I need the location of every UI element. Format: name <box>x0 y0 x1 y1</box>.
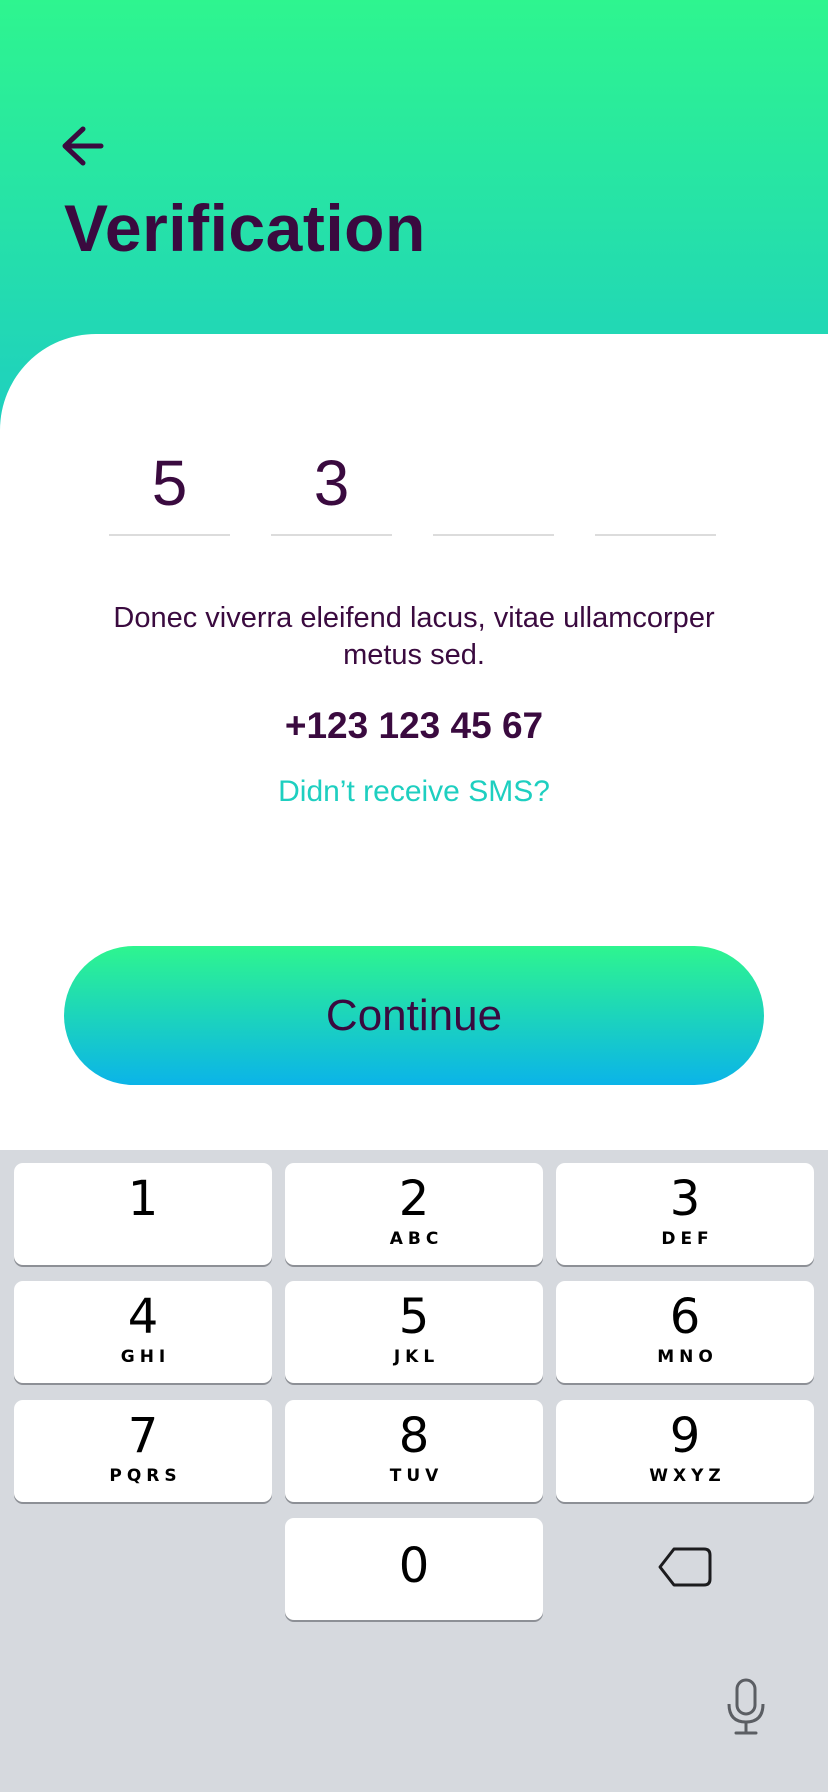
key-2[interactable]: 2 ABC <box>285 1163 543 1265</box>
key-7[interactable]: 7 PQRS <box>14 1400 272 1502</box>
key-digit: 6 <box>669 1289 701 1345</box>
key-digit: 1 <box>127 1171 159 1227</box>
key-digit: 7 <box>127 1408 159 1464</box>
dictation-button[interactable] <box>716 1672 776 1742</box>
key-3[interactable]: 3 DEF <box>556 1163 814 1265</box>
code-digit-3[interactable] <box>433 432 554 536</box>
key-digit: 0 <box>398 1538 430 1594</box>
key-0[interactable]: 0 <box>285 1518 543 1620</box>
key-digit: 4 <box>127 1289 159 1345</box>
page-title: Verification <box>64 191 426 265</box>
key-letters: MNO <box>657 1347 718 1367</box>
key-digit: 9 <box>669 1408 701 1464</box>
key-digit: 8 <box>398 1408 430 1464</box>
key-letters: WXYZ <box>649 1466 726 1486</box>
delete-key[interactable] <box>556 1516 814 1618</box>
key-5[interactable]: 5 JKL <box>285 1281 543 1383</box>
description-text: Donec viverra eleifend lacus, vitae ulla… <box>113 602 715 671</box>
microphone-icon <box>727 1678 765 1735</box>
code-digit-4[interactable] <box>595 432 716 536</box>
phone-number: +123 123 45 67 <box>284 705 544 746</box>
back-button[interactable] <box>54 118 110 174</box>
key-digit: 3 <box>669 1171 701 1227</box>
key-letters: ABC <box>389 1229 444 1249</box>
key-4[interactable]: 4 GHI <box>14 1281 272 1383</box>
continue-button[interactable]: Continue <box>64 946 764 1085</box>
resend-sms-link[interactable]: Didn’t receive SMS? <box>100 775 728 809</box>
key-9[interactable]: 9 WXYZ <box>556 1400 814 1502</box>
continue-button-label: Continue <box>325 990 503 1040</box>
key-digit: 5 <box>398 1289 430 1345</box>
key-letters: DEF <box>661 1229 714 1249</box>
key-letters: JKL <box>393 1347 440 1367</box>
code-digit-2[interactable]: 3 <box>271 432 392 536</box>
code-digit-1[interactable]: 5 <box>109 432 230 536</box>
backspace-icon <box>658 1547 712 1587</box>
key-letters: TUV <box>389 1466 444 1486</box>
arrow-left-icon <box>62 126 104 166</box>
key-8[interactable]: 8 TUV <box>285 1400 543 1502</box>
code-input-row: 5 3 <box>109 432 717 536</box>
key-letters: PQRS <box>109 1466 182 1486</box>
key-letters: GHI <box>120 1347 171 1367</box>
key-6[interactable]: 6 MNO <box>556 1281 814 1383</box>
key-1[interactable]: 1 <box>14 1163 272 1265</box>
key-digit: 2 <box>398 1171 430 1227</box>
